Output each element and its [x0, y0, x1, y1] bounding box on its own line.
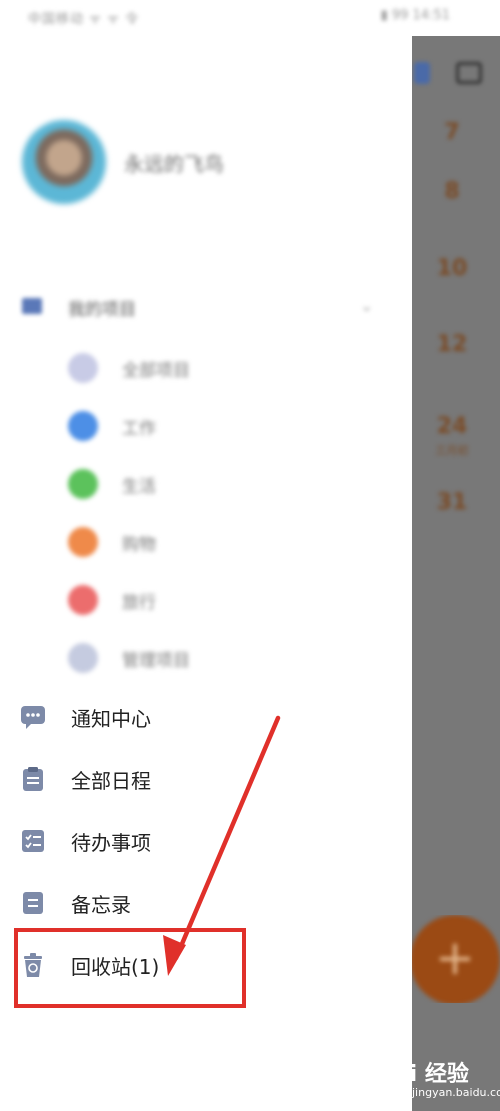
checklist-icon	[22, 830, 44, 852]
battery-time: ▮ 99 14:51	[380, 8, 450, 23]
clipboard-icon	[23, 767, 43, 791]
project-item-travel[interactable]: 旅行	[0, 574, 400, 626]
calendar-toolbar	[412, 62, 500, 92]
calendar-day: 7	[444, 120, 460, 145]
calendar-day: 10	[436, 256, 468, 281]
project-label: 工作	[122, 419, 156, 439]
watermark-text: Bai 经验	[378, 1062, 469, 1087]
status-bar: 中国移动 ᯤ ᯤ 令 ▮ 99 14:51	[0, 0, 500, 34]
menu-item-todo[interactable]: 待办事项	[0, 814, 400, 870]
chevron-down-icon[interactable]: ⌄	[360, 296, 373, 315]
life-icon	[68, 469, 98, 499]
carrier-text: 中国移动 ᯤ ᯤ 令	[28, 12, 140, 27]
project-label: 生活	[122, 477, 156, 497]
project-label: 购物	[122, 535, 156, 555]
user-name[interactable]: 永远的飞鸟	[124, 148, 224, 177]
my-projects-label: 我的项目	[68, 300, 136, 320]
chat-icon	[21, 706, 45, 729]
menu-label: 备忘录	[71, 893, 131, 917]
shopping-icon	[68, 527, 98, 557]
plus-icon: +	[412, 915, 500, 1003]
menu-item-memo[interactable]: 备忘录	[0, 876, 400, 932]
project-label: 全部项目	[122, 361, 190, 381]
view-icon[interactable]	[414, 62, 430, 84]
my-projects-header[interactable]: 我的项目 ⌄	[0, 278, 400, 338]
add-event-button[interactable]: +	[412, 915, 500, 1003]
all-projects-icon	[68, 353, 98, 383]
edit-icon	[68, 643, 98, 673]
travel-icon	[68, 585, 98, 615]
menu-label: 全部日程	[71, 769, 151, 793]
menu-item-all-schedule[interactable]: 全部日程	[0, 752, 400, 808]
highlight-box	[14, 928, 246, 1008]
menu-item-notifications[interactable]: 通知中心	[0, 690, 400, 746]
work-icon	[68, 411, 98, 441]
menu-label: 通知中心	[71, 707, 151, 731]
project-item-life[interactable]: 生活	[0, 458, 400, 510]
calendar-day: 12	[436, 332, 468, 357]
calendar-lunar: 三月初	[435, 444, 469, 457]
calendar-day: 24	[436, 414, 468, 439]
folder-icon	[22, 298, 42, 314]
project-item-work[interactable]: 工作	[0, 400, 400, 452]
watermark-url: jingyan.baidu.com	[412, 1086, 500, 1099]
calendar-icon[interactable]	[456, 62, 482, 84]
project-item-all[interactable]: 全部项目	[0, 342, 400, 394]
menu-label: 待办事项	[71, 831, 151, 855]
project-item-shopping[interactable]: 购物	[0, 516, 400, 568]
project-item-manage[interactable]: 管理项目	[0, 632, 400, 684]
memo-icon	[23, 892, 43, 914]
project-label: 管理项目	[122, 651, 190, 671]
project-label: 旅行	[122, 593, 156, 613]
calendar-day: 8	[444, 179, 460, 204]
baidu-watermark: Bai 经验 jingyan.baidu.com	[370, 1050, 500, 1106]
calendar-day: 31	[436, 490, 468, 515]
avatar[interactable]	[22, 120, 106, 204]
